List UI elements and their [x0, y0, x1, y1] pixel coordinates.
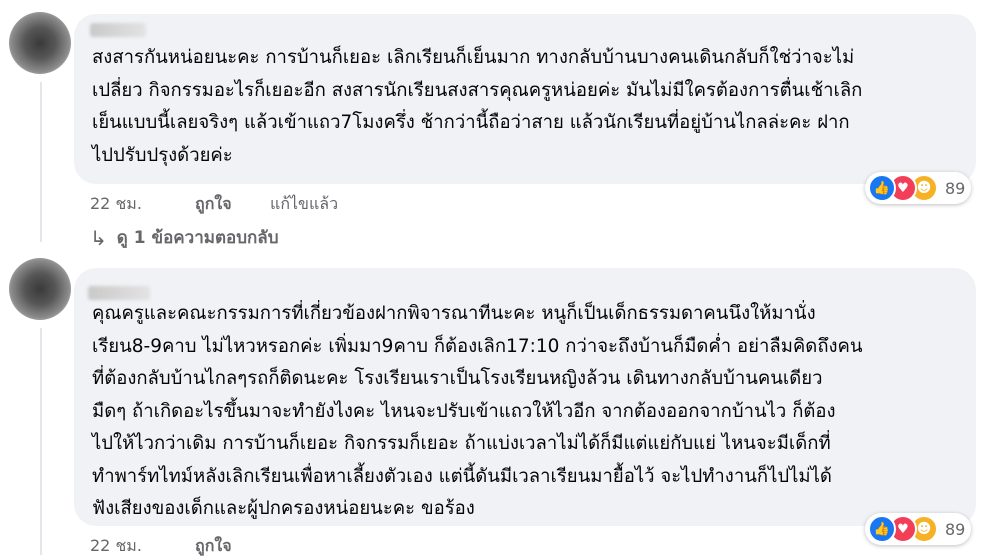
comment-line: เปลี่ยว กิจกรรมอะไรก็เยอะอีก สงสารนักเรี…	[92, 79, 863, 101]
reaction-summary[interactable]: 👍 ♥ ☻ 89	[865, 172, 972, 204]
thread-line	[40, 328, 42, 555]
like-icon: 👍	[868, 174, 896, 202]
comment-bubble: สงสารกันหน่อยนะคะ การบ้านก็เยอะ เลิกเรีย…	[74, 14, 976, 184]
like-button[interactable]: ถูกใจ	[195, 192, 270, 217]
comment-author-name-blurred[interactable]	[90, 23, 146, 37]
timestamp[interactable]: 22 ชม.	[90, 534, 195, 559]
avatar[interactable]	[9, 12, 71, 74]
comment-meta: 22 ชม. ถูกใจ แก้ไขแล้ว	[90, 192, 338, 217]
like-icon: 👍	[868, 515, 896, 543]
view-replies-button[interactable]: ↳ ดู 1 ข้อความตอบกลับ	[90, 224, 279, 251]
reaction-count: 89	[945, 519, 966, 539]
view-replies-label: ดู 1 ข้อความตอบกลับ	[116, 228, 279, 248]
comment-line: ไปให้ไวกว่าเดิม การบ้านก็เยอะ กิจกรรมก็เ…	[92, 433, 831, 454]
comment-bubble: คุณครูและคณะกรรมการที่เกี่ยวข้องฝากพิจาร…	[74, 268, 976, 526]
edited-label[interactable]: แก้ไขแล้ว	[270, 192, 338, 217]
comment-line: สงสารกันหน่อยนะคะ การบ้านก็เยอะ เลิกเรีย…	[92, 47, 855, 68]
thread-line	[40, 82, 42, 242]
reply-arrow-icon: ↳	[90, 225, 107, 250]
comment-line: คุณครูและคณะกรรมการที่เกี่ยวข้องฝากพิจาร…	[92, 303, 816, 324]
comment-line: ไปปรับปรุงด้วยค่ะ	[92, 144, 233, 166]
comment-line: ที่ต้องกลับบ้านไกลๆรถก็ติดนะคะ โรงเรียนเ…	[92, 368, 823, 389]
comment-text: คุณครูและคณะกรรมการที่เกี่ยวข้องฝากพิจาร…	[92, 298, 863, 526]
comment-text: สงสารกันหน่อยนะคะ การบ้านก็เยอะ เลิกเรีย…	[92, 42, 862, 172]
comment-line: ทำพาร์ทไทม์หลังเลิกเรียนเพื่อหาเลี้ยงตัว…	[92, 465, 832, 487]
like-button[interactable]: ถูกใจ	[195, 534, 270, 559]
comment-line: เย็นแบบนี้เลยจริงๆ แล้วเข้าแถว7โมงครึ่ง …	[92, 112, 850, 133]
comment-meta: 22 ชม. ถูกใจ	[90, 534, 270, 559]
timestamp[interactable]: 22 ชม.	[90, 192, 195, 217]
comment-line: เรียน8-9คาบ ไม่ไหวหรอกค่ะ เพิ่มมา9คาบ ก็…	[92, 335, 863, 357]
comment-line: มืดๆ ถ้าเกิดอะไรขึ้นมาจะทำยังไงคะ ไหนจะป…	[92, 400, 836, 422]
comment-line: ฟังเสียงของเด็กและผู้ปกครองหน่อยนะคะ ขอร…	[92, 498, 475, 519]
reaction-summary[interactable]: 👍 ♥ ☻ 89	[865, 513, 972, 545]
reaction-count: 89	[945, 178, 966, 198]
avatar[interactable]	[9, 258, 71, 320]
